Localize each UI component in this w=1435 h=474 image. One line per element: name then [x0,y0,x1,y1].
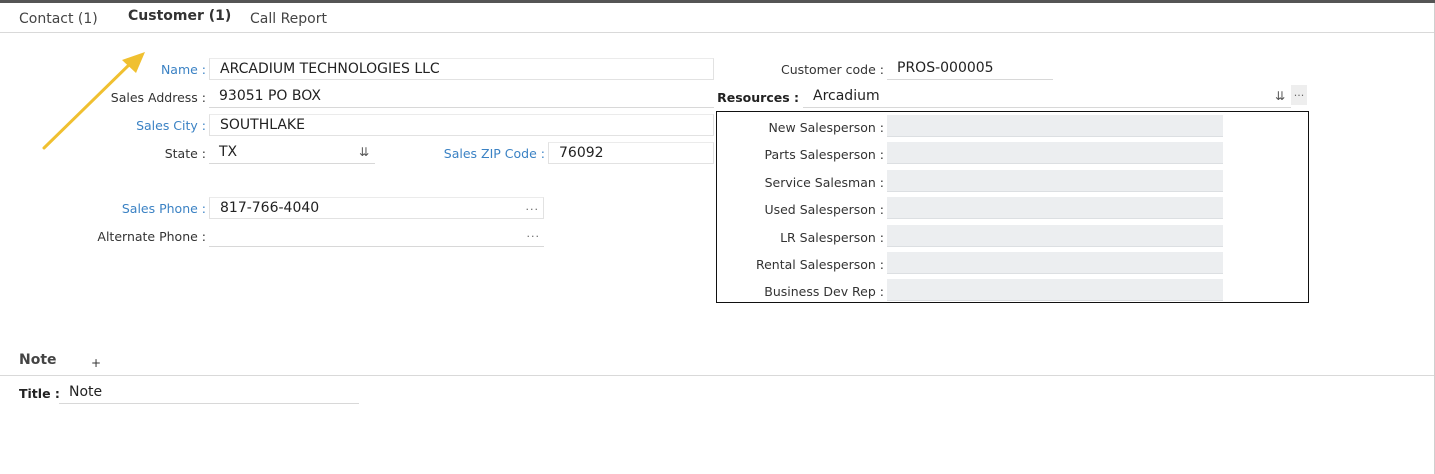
double-chevron-down-icon[interactable]: ⇊ [1275,86,1285,106]
rental-salesperson-field[interactable] [887,252,1223,274]
business-dev-rep-field[interactable] [887,279,1223,301]
double-chevron-down-icon[interactable]: ⇊ [359,142,369,162]
alternate-phone-label: Alternate Phone : [97,229,206,244]
customer-code-label: Customer code : [780,62,884,77]
tab-call-report[interactable]: Call Report [250,11,327,27]
customer-code-field[interactable]: PROS-000005 [887,58,1053,80]
new-salesperson-label: New Salesperson : [768,120,884,135]
new-salesperson-field[interactable] [887,115,1223,137]
sales-phone-value: 817-766-4040 [220,200,320,216]
sales-city-value: SOUTHLAKE [220,117,305,133]
sales-address-field[interactable]: 93051 PO BOX [209,86,714,108]
resources-select[interactable]: Arcadium ⇊ [803,86,1291,108]
sales-phone-label: Sales Phone : [121,201,206,216]
rental-salesperson-label: Rental Salesperson : [755,257,884,272]
state-label: State : [164,146,206,161]
name-field[interactable]: ARCADIUM TECHNOLOGIES LLC [209,58,714,80]
add-note-button[interactable]: + [91,356,101,370]
sales-address-value: 93051 PO BOX [219,88,321,104]
business-dev-rep-label: Business Dev Rep : [764,284,884,299]
sales-address-label: Sales Address : [110,90,206,105]
parts-salesperson-field[interactable] [887,142,1223,164]
service-salesman-field[interactable] [887,170,1223,192]
sales-city-field[interactable]: SOUTHLAKE [209,114,714,136]
sales-city-label: Sales City : [136,118,206,133]
resources-more-button[interactable]: ... [1291,85,1307,105]
note-divider [0,375,1434,376]
parts-salesperson-label: Parts Salesperson : [764,147,884,162]
customer-code-value: PROS-000005 [897,60,994,76]
used-salesperson-label: Used Salesperson : [764,202,884,217]
state-value: TX [219,144,238,160]
used-salesperson-field[interactable] [887,197,1223,219]
sales-zip-label: Sales ZIP Code : [443,146,545,161]
sales-zip-field[interactable]: 76092 [548,142,714,164]
name-value: ARCADIUM TECHNOLOGIES LLC [220,61,440,77]
note-title-field[interactable]: Note [59,382,359,404]
sales-phone-field[interactable]: 817-766-4040 ... [209,197,544,219]
annotation-arrow-icon [42,52,145,150]
note-title-label: Title : [19,386,60,401]
resources-value: Arcadium [813,88,880,104]
resources-label: Resources : [717,90,799,105]
note-section-title: Note [19,352,57,368]
name-label: Name : [160,62,206,77]
sales-zip-value: 76092 [559,145,604,161]
lr-salesperson-label: LR Salesperson : [780,230,884,245]
alternate-phone-field[interactable]: ... [209,225,544,247]
resources-panel: New Salesperson : Parts Salesperson : Se… [716,111,1309,303]
note-title-value: Note [69,384,103,400]
alternate-phone-more-icon[interactable]: ... [527,225,541,243]
service-salesman-label: Service Salesman : [764,175,884,190]
tab-bar: Contact (1) Customer (1) Call Report [0,3,1434,33]
lr-salesperson-field[interactable] [887,225,1223,247]
state-select[interactable]: TX ⇊ [209,142,375,164]
sales-phone-more-icon[interactable]: ... [526,198,540,216]
